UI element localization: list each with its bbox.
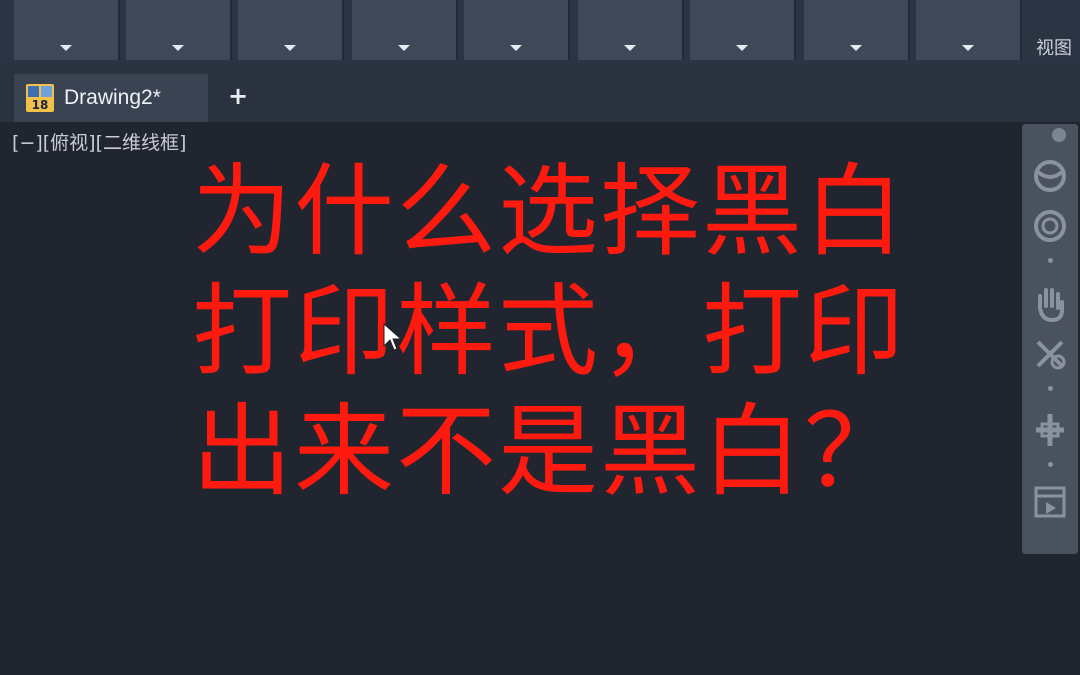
- ribbon-dropdown-button[interactable]: [352, 0, 458, 60]
- navbar-separator: [1048, 386, 1053, 391]
- chevron-down-icon: [398, 45, 410, 51]
- chevron-down-icon: [850, 45, 862, 51]
- overlay-line: 为什么选择黑白: [192, 153, 906, 270]
- navbar-close-icon[interactable]: [1052, 128, 1066, 142]
- tab-drawing2[interactable]: 18 Drawing2*: [14, 74, 208, 122]
- ribbon-dropdown-button[interactable]: [578, 0, 684, 60]
- mouse-cursor-icon: [383, 322, 402, 351]
- ribbon-dropdown-button[interactable]: [464, 0, 570, 60]
- drawing-file-icon: 18: [26, 84, 54, 112]
- overlay-line: 打印样式，打印: [192, 273, 906, 390]
- orbit-move-icon[interactable]: [1028, 408, 1072, 452]
- navbar-separator: [1048, 462, 1053, 467]
- pan-hand-icon[interactable]: [1028, 282, 1072, 326]
- chevron-down-icon: [736, 45, 748, 51]
- tab-title: Drawing2*: [64, 86, 161, 109]
- file-icon-number: 18: [31, 98, 49, 112]
- file-tab-bar: 18 Drawing2* +: [0, 66, 1080, 122]
- steering-wheel-icon[interactable]: [1028, 154, 1072, 198]
- ribbon-dropdown-button[interactable]: [14, 0, 120, 60]
- showmotion-icon[interactable]: [1028, 480, 1072, 524]
- chevron-down-icon: [624, 45, 636, 51]
- ribbon-panel-label[interactable]: 视图: [1036, 34, 1080, 60]
- chevron-down-icon: [510, 45, 522, 51]
- ribbon-dropdown-button[interactable]: [804, 0, 910, 60]
- new-tab-button[interactable]: +: [226, 80, 250, 112]
- overlay-line: 出来不是黑白？: [192, 393, 906, 510]
- overlay-caption: 为什么选择黑白 打印样式，打印 出来不是黑白？: [192, 152, 906, 512]
- ribbon-panel: 视图: [0, 0, 1080, 66]
- ribbon-dropdown-button[interactable]: [916, 0, 1022, 60]
- chevron-down-icon: [172, 45, 184, 51]
- navbar-separator: [1048, 258, 1053, 263]
- chevron-down-icon: [962, 45, 974, 51]
- navigation-bar: [1022, 124, 1078, 554]
- orbit-icon[interactable]: [1028, 204, 1072, 248]
- ribbon-dropdown-button[interactable]: [238, 0, 344, 60]
- chevron-down-icon: [284, 45, 296, 51]
- chevron-down-icon: [60, 45, 72, 51]
- ribbon-dropdown-button[interactable]: [126, 0, 232, 60]
- ribbon-dropdown-button[interactable]: [690, 0, 796, 60]
- zoom-icon[interactable]: [1028, 332, 1072, 376]
- viewport-controls-label[interactable]: [−][俯视][二维线框]: [12, 128, 186, 155]
